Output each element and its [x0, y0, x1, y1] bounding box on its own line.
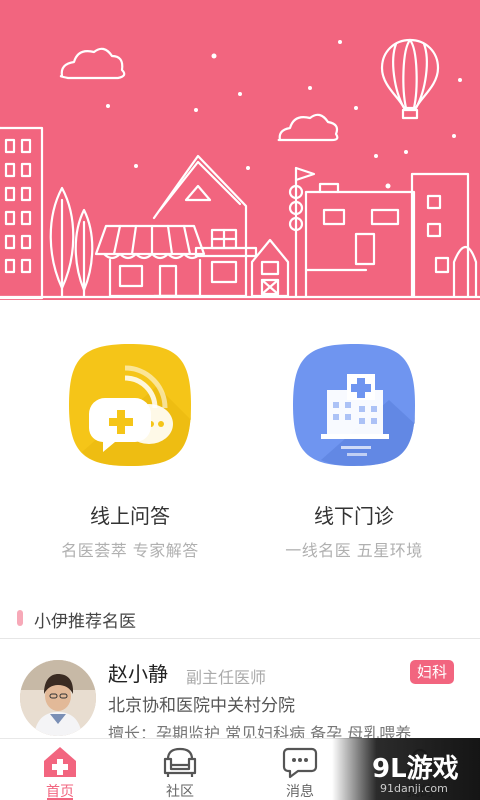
cloud-icon	[277, 113, 339, 142]
tab-home[interactable]: 首页	[0, 739, 120, 800]
tab-community-label: 社区	[166, 784, 194, 800]
offline-clinic-title: 线下门诊	[314, 504, 394, 528]
balloon-icon	[380, 38, 440, 110]
doctor-name: 赵小静	[108, 662, 168, 686]
message-icon	[282, 747, 318, 779]
home-plus-icon	[44, 747, 76, 777]
avatar	[20, 660, 96, 736]
online-consult-button[interactable]: 线上问答 名医荟萃 专家解答	[20, 340, 240, 561]
recommended-doctors-header: 小伊推荐名医	[0, 597, 480, 639]
cloud-icon	[59, 47, 126, 80]
hero-banner	[0, 0, 480, 300]
sofa-icon	[163, 747, 197, 777]
watermark-main-text: 9L游戏	[372, 754, 459, 784]
online-consult-title: 线上问答	[90, 504, 170, 528]
tab-community[interactable]: 社区	[120, 739, 240, 800]
city-illustration	[0, 38, 480, 300]
section-title: 小伊推荐名医	[34, 612, 136, 632]
hospital-building-icon	[289, 340, 419, 470]
doctor-specialty: 擅长：孕期监护 常见妇科病 备孕 母乳喂养	[108, 724, 412, 740]
doctor-hospital: 北京协和医院中关村分院	[108, 696, 295, 716]
services-panel: 线上问答 名医荟萃 专家解答 线下门诊 一线名医 五星环境	[0, 300, 480, 590]
section-accent-bar	[17, 610, 23, 626]
doctor-card[interactable]: 赵小静 副主任医师 妇科 北京协和医院中关村分院 擅长：孕期监护 常见妇科病 备…	[0, 640, 480, 740]
chat-plus-icon	[65, 340, 195, 470]
online-consult-subtitle: 名医荟萃 专家解答	[61, 541, 199, 560]
offline-clinic-subtitle: 一线名医 五星环境	[285, 541, 423, 560]
department-badge: 妇科	[410, 660, 455, 684]
watermark-logo: 9L游戏 91danji.com	[332, 738, 480, 800]
watermark-sub-text: 91danji.com	[380, 782, 448, 795]
doctor-title: 副主任医师	[186, 668, 267, 687]
offline-clinic-button[interactable]: 线下门诊 一线名医 五星环境	[244, 340, 464, 561]
